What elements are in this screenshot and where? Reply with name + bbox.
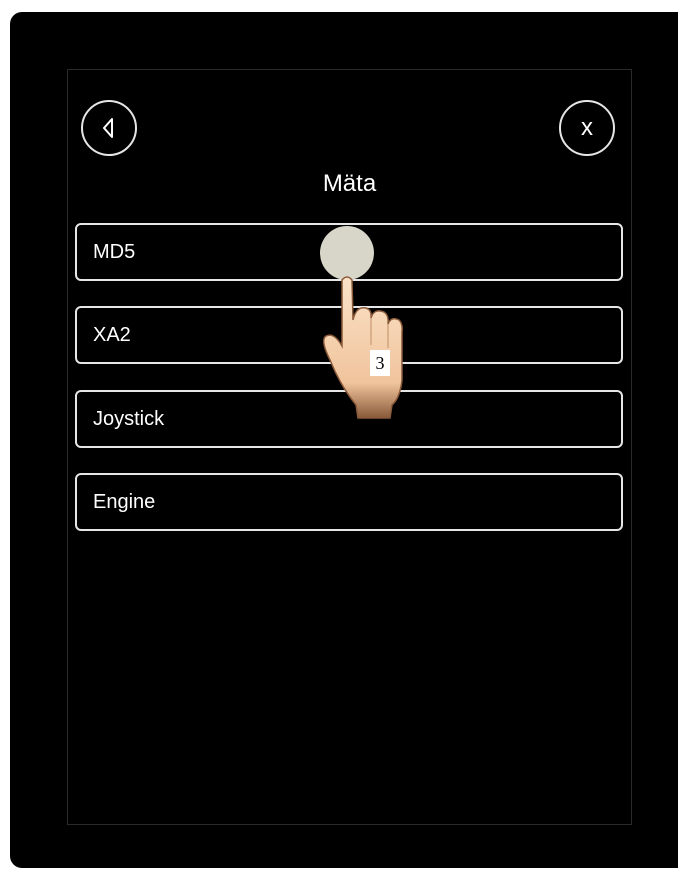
menu-item-md5[interactable]: MD5 (75, 223, 623, 281)
close-button[interactable]: x (559, 100, 615, 156)
menu-item-engine[interactable]: Engine (75, 473, 623, 531)
back-button[interactable] (81, 100, 137, 156)
menu-item-label: Joystick (93, 407, 165, 430)
close-icon: x (581, 114, 593, 141)
page-title: Mäta (322, 170, 377, 197)
app-screen: x Mäta MD5 XA2 Joystick Engine (67, 69, 632, 825)
menu-item-label: Engine (93, 490, 156, 513)
menu-item-joystick[interactable]: Joystick (75, 390, 623, 448)
menu-item-xa2[interactable]: XA2 (75, 306, 623, 364)
device-frame: x Mäta MD5 XA2 Joystick Engine (10, 12, 678, 868)
back-arrow-icon (103, 118, 113, 138)
menu-item-label: XA2 (93, 323, 131, 346)
menu-item-label: MD5 (93, 240, 136, 263)
